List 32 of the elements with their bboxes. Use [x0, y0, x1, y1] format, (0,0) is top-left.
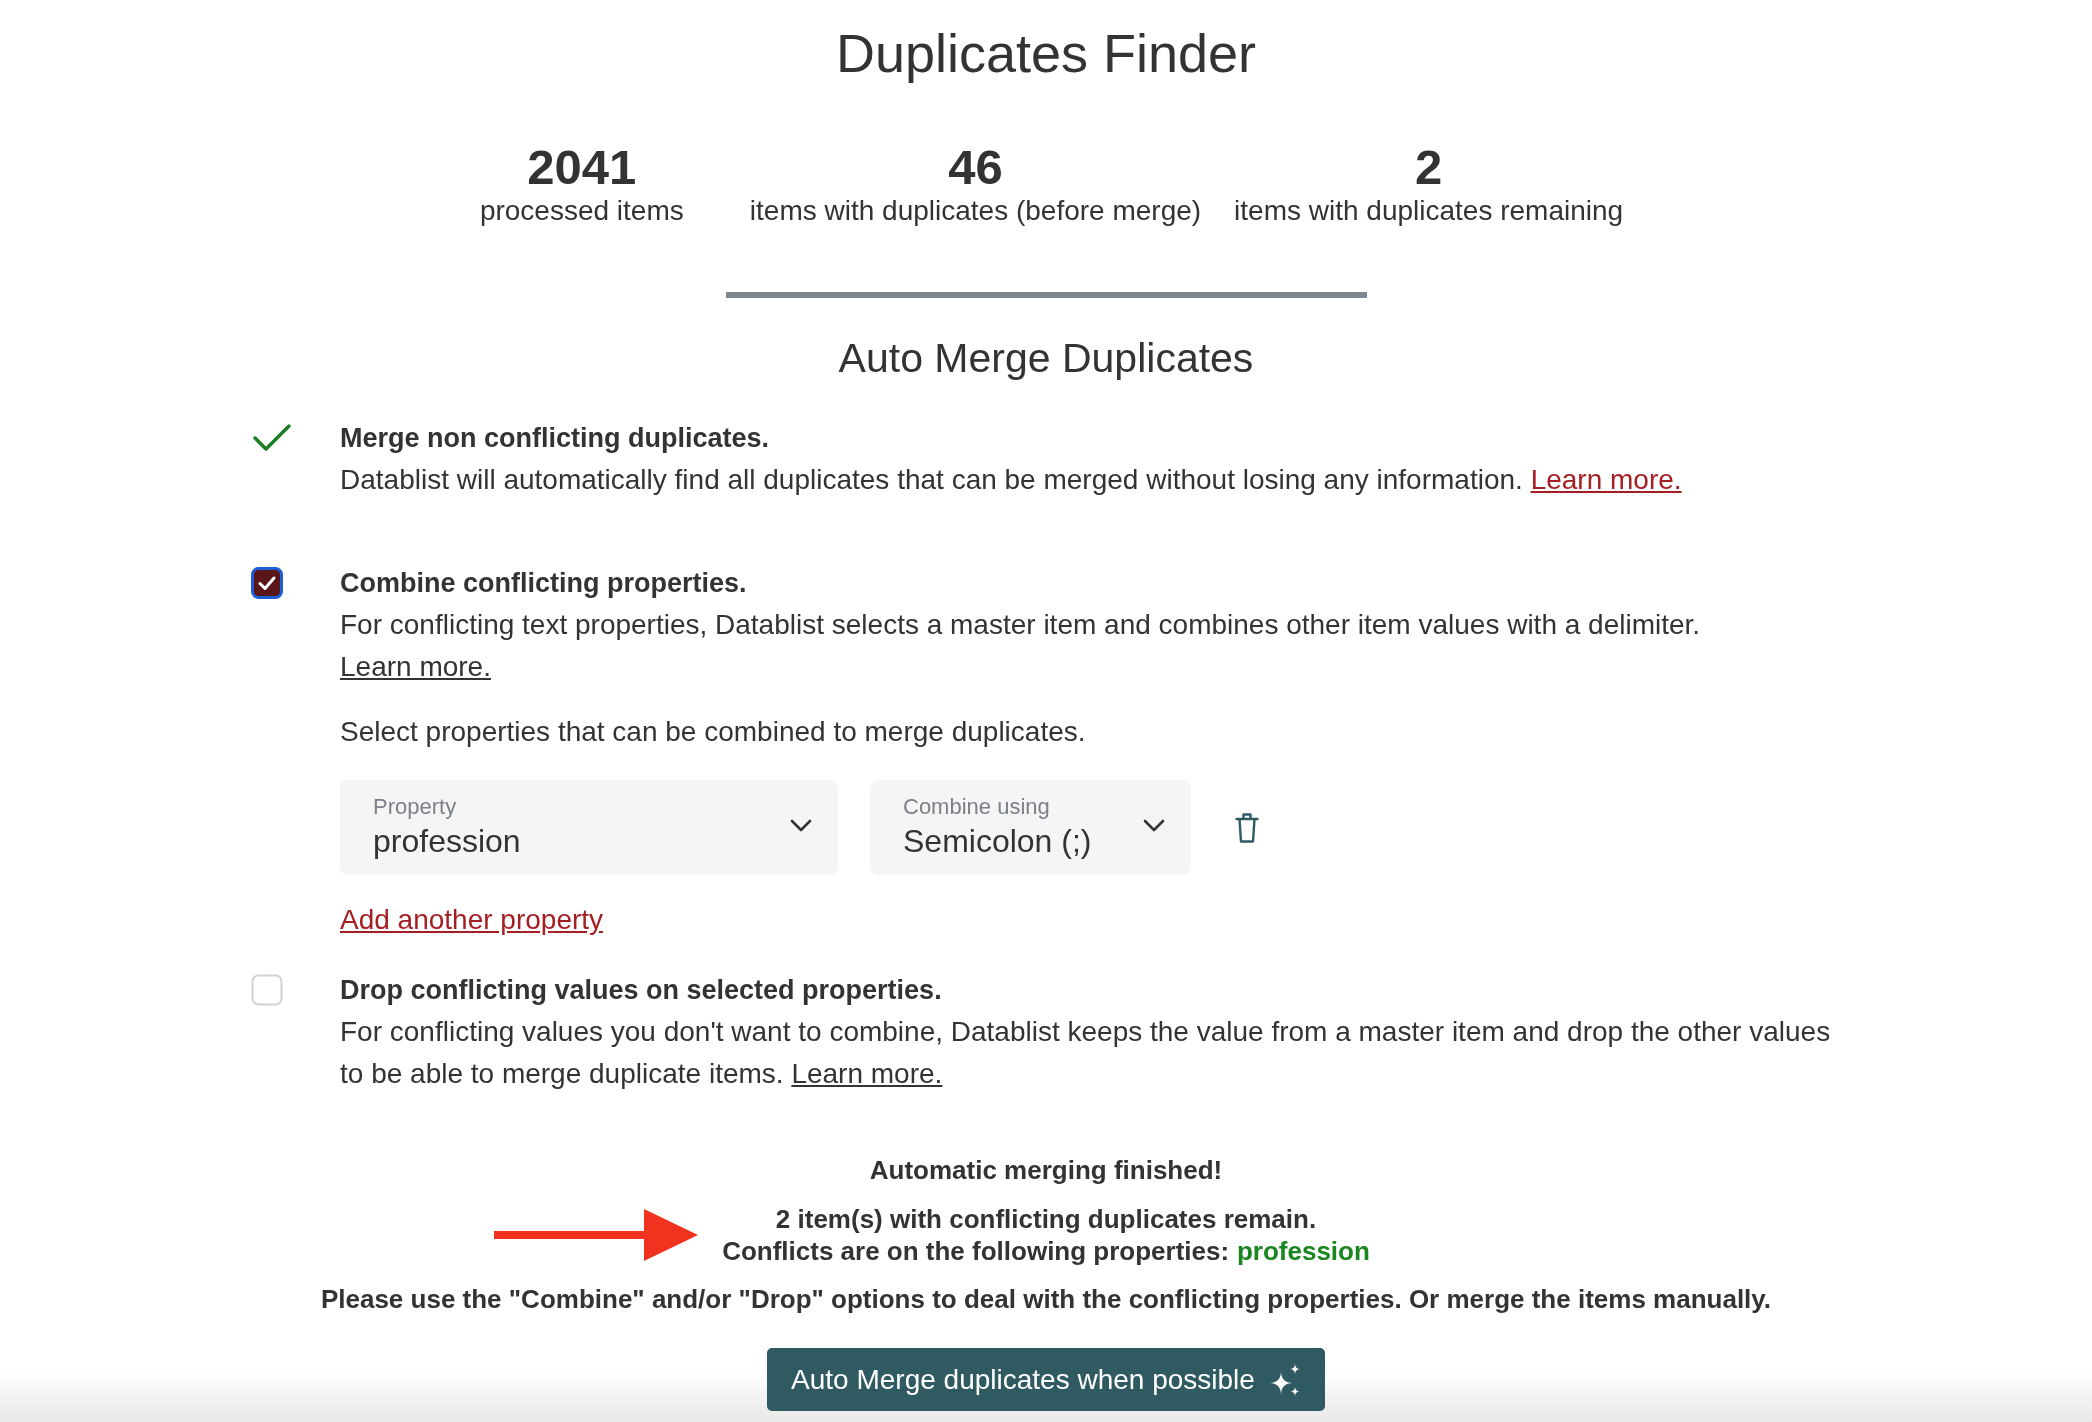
option-description: Datablist will automatically find all duplicates that can be merged without losing any information. Learn more. [340, 463, 1682, 497]
add-property-link[interactable]: Add another property [340, 899, 604, 941]
stat-value: 2 [1415, 139, 1443, 195]
learn-more-link[interactable]: Learn more. [791, 1058, 943, 1089]
stat-label: items with duplicates (before merge) [749, 195, 1202, 227]
result-heading: Automatic merging finished! [869, 1154, 1223, 1187]
prompt-text: Select properties that can be combined to merge duplicates. [340, 715, 1086, 749]
chevron-down-icon [790, 819, 812, 832]
auto-merge-button[interactable]: Auto Merge duplicates when possible [767, 1348, 1325, 1411]
checkbox[interactable] [251, 567, 283, 599]
arrow-icon [494, 1209, 699, 1261]
option-description: For conflicting values you don't want to combine, Datablist keeps the value from a master item and drop the other values to be able to merge duplicate items. Learn more. [340, 1015, 1832, 1091]
delimiter-select[interactable]: Combine using Semicolon (;) [870, 780, 1191, 875]
option-title: Merge non conflicting duplicates. [340, 422, 770, 455]
stat-label: processed items [479, 195, 684, 227]
trash-icon[interactable] [1235, 811, 1259, 844]
learn-more-link[interactable]: Learn more. [340, 651, 491, 682]
property-select[interactable]: Property profession [340, 780, 838, 875]
option-description: For conflicting text properties, Datablist selects a master item and combines other item values with a delimiter. Learn more. [340, 608, 1702, 684]
conflicts-text: Conflicts are on the following properties: profession [722, 1235, 1370, 1267]
option-title: Combine conflicting properties. [340, 567, 747, 600]
option-title: Drop conflicting values on selected properties. [340, 974, 942, 1007]
stat-value: 46 [948, 139, 1003, 195]
checkmark-icon [253, 424, 291, 452]
learn-more-link[interactable]: Learn more. [1530, 464, 1682, 495]
advice-text: Please use the "Combine" and/or "Drop" options to deal with the conflicting properties. Or merge the items manually. [320, 1283, 1772, 1316]
stat-label: items with duplicates remaining [1234, 195, 1624, 227]
chevron-down-icon [1143, 819, 1165, 832]
section-title: Auto Merge Duplicates [838, 334, 1254, 383]
page-title: Duplicates Finder [835, 22, 1257, 85]
remaining-text: 2 item(s) with conflicting duplicates remain. [775, 1203, 1317, 1235]
stat-value: 2041 [527, 139, 637, 195]
